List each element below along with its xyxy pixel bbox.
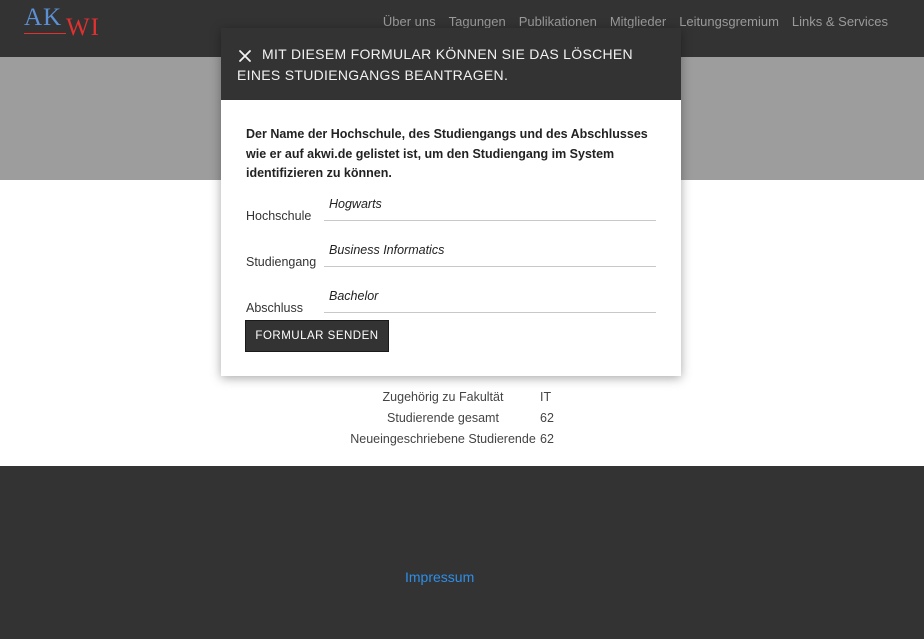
info-value: 62 xyxy=(540,411,554,425)
nav-leitungsgremium[interactable]: Leitungsgremium xyxy=(679,14,779,29)
field-label: Abschluss xyxy=(246,301,303,315)
info-label: Studierende gesamt xyxy=(387,411,499,425)
info-label: Neueingeschriebene Studierende xyxy=(350,432,536,446)
main-nav: Über uns Tagungen Publikationen Mitglied… xyxy=(383,14,888,29)
submit-button[interactable]: FORMULAR SENDEN xyxy=(245,320,389,352)
form-description: Der Name der Hochschule, des Studiengang… xyxy=(246,127,648,180)
logo-underline xyxy=(24,33,66,34)
info-label: Zugehörig zu Fakultät xyxy=(382,390,504,404)
modal-title: MIT DIESEM FORMULAR KÖNNEN SIE DAS LÖSCH… xyxy=(237,46,633,83)
nav-publikationen[interactable]: Publikationen xyxy=(519,14,597,29)
nav-ueber-uns[interactable]: Über uns xyxy=(383,14,436,29)
abschluss-field: Abschluss xyxy=(246,280,656,320)
hochschule-field: Hochschule xyxy=(246,188,656,228)
abschluss-input[interactable] xyxy=(324,280,656,313)
studiengang-field: Studiengang xyxy=(246,234,656,274)
impressum-link[interactable]: Impressum xyxy=(405,569,474,585)
logo-ak: AK xyxy=(24,4,63,31)
table-row: Studierende gesamt 62 xyxy=(348,411,568,432)
studiengang-input[interactable] xyxy=(324,234,656,267)
delete-request-modal: MIT DIESEM FORMULAR KÖNNEN SIE DAS LÖSCH… xyxy=(221,28,681,376)
nav-links-services[interactable]: Links & Services xyxy=(792,14,888,29)
program-info-table: Zugehörig zu Fakultät IT Studierende ges… xyxy=(348,390,568,453)
footer: Impressum xyxy=(0,466,924,639)
hochschule-input[interactable] xyxy=(324,188,656,221)
akwi-logo[interactable]: AK WI xyxy=(24,4,104,41)
table-row: Zugehörig zu Fakultät IT xyxy=(348,390,568,411)
field-label: Hochschule xyxy=(246,209,312,223)
nav-tagungen[interactable]: Tagungen xyxy=(449,14,506,29)
nav-mitglieder[interactable]: Mitglieder xyxy=(610,14,666,29)
info-value: 62 xyxy=(540,432,554,446)
table-row: Neueingeschriebene Studierende 62 xyxy=(348,432,568,453)
modal-header: MIT DIESEM FORMULAR KÖNNEN SIE DAS LÖSCH… xyxy=(221,28,681,100)
logo-wi: WI xyxy=(66,14,100,41)
field-label: Studiengang xyxy=(246,255,317,269)
info-value: IT xyxy=(540,390,552,404)
